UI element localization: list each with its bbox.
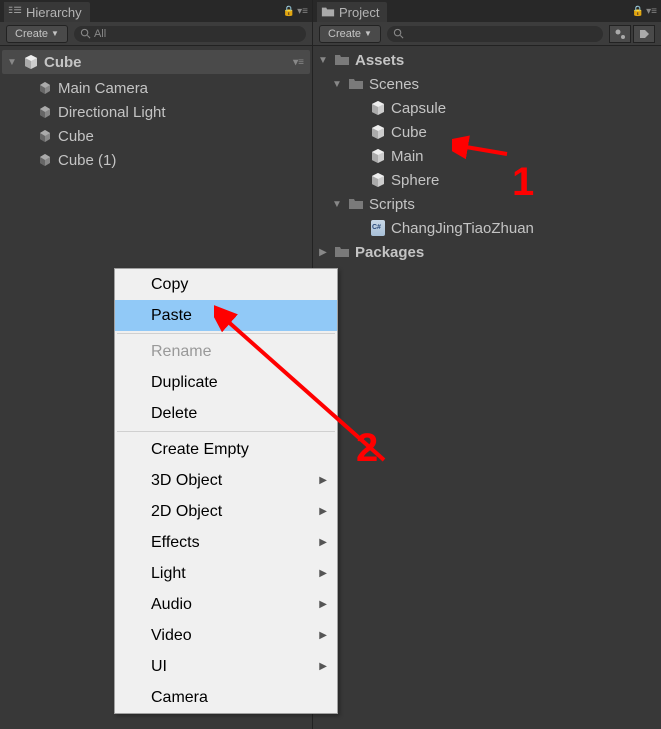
- filter-by-label-button[interactable]: [633, 25, 655, 43]
- unity-icon: [22, 53, 40, 71]
- unity-icon: [369, 99, 387, 117]
- project-script-item[interactable]: ChangJingTiaoZhuan: [313, 216, 661, 240]
- submenu-arrow-icon: ▶: [319, 599, 327, 610]
- submenu-arrow-icon: ▶: [319, 661, 327, 672]
- unity-icon: [369, 123, 387, 141]
- hierarchy-tab[interactable]: Hierarchy: [4, 2, 90, 22]
- menu-item-2d-object[interactable]: 2D Object▶: [115, 496, 337, 527]
- lock-icon[interactable]: 🔒: [283, 6, 295, 17]
- project-packages-folder[interactable]: ▶ Packages: [313, 240, 661, 264]
- project-scene-item[interactable]: Cube: [313, 120, 661, 144]
- project-scene-item[interactable]: Capsule: [313, 96, 661, 120]
- project-scene-item[interactable]: Sphere: [313, 168, 661, 192]
- project-toolbar-icons: [609, 25, 655, 43]
- hierarchy-icon: [8, 5, 22, 19]
- cube-icon: [36, 103, 54, 121]
- submenu-arrow-icon: ▶: [319, 537, 327, 548]
- project-assets-folder[interactable]: ▼ Assets: [313, 48, 661, 72]
- menu-item-create-empty[interactable]: Create Empty: [115, 434, 337, 465]
- project-tab[interactable]: Project: [317, 2, 387, 22]
- annotation-label-1: 1: [512, 160, 534, 205]
- context-menu: CopyPaste RenameDuplicateDelete Create Emp…: [114, 268, 338, 714]
- hierarchy-tab-bar: Hierarchy 🔒 ▾≡: [0, 0, 312, 22]
- scene-menu-icon[interactable]: ▾≡: [293, 57, 304, 68]
- menu-separator: [117, 431, 335, 432]
- project-create-button[interactable]: Create ▼: [319, 25, 381, 43]
- hierarchy-create-button[interactable]: Create ▼: [6, 25, 68, 43]
- folder-icon: [347, 75, 365, 93]
- menu-item-paste[interactable]: Paste: [115, 300, 337, 331]
- unity-icon: [369, 147, 387, 165]
- menu-item-effects[interactable]: Effects▶: [115, 527, 337, 558]
- menu-item-light[interactable]: Light▶: [115, 558, 337, 589]
- menu-item-video[interactable]: Video▶: [115, 620, 337, 651]
- folder-icon: [347, 195, 365, 213]
- menu-item-delete[interactable]: Delete: [115, 398, 337, 429]
- hierarchy-item[interactable]: Main Camera: [0, 76, 312, 100]
- cube-icon: [36, 151, 54, 169]
- scene-name: Cube: [44, 54, 289, 71]
- project-scene-item[interactable]: Main: [313, 144, 661, 168]
- hierarchy-search-input[interactable]: All: [74, 26, 306, 42]
- menu-separator: [117, 333, 335, 334]
- project-content: ▼ Assets ▼ Scenes Capsule Cube Main: [313, 46, 661, 729]
- cube-icon: [36, 127, 54, 145]
- hierarchy-tab-label: Hierarchy: [26, 5, 82, 20]
- project-scripts-folder[interactable]: ▼ Scripts: [313, 192, 661, 216]
- project-panel: Project 🔒 ▾≡ Create ▼: [313, 0, 661, 729]
- dropdown-arrow-icon: ▼: [51, 29, 59, 38]
- hierarchy-item[interactable]: Cube (1): [0, 148, 312, 172]
- expand-arrow-icon[interactable]: ▼: [317, 55, 329, 66]
- project-tab-bar: Project 🔒 ▾≡: [313, 0, 661, 22]
- submenu-arrow-icon: ▶: [319, 630, 327, 641]
- hierarchy-toolbar: Create ▼ All: [0, 22, 312, 46]
- project-scenes-folder[interactable]: ▼ Scenes: [313, 72, 661, 96]
- hierarchy-item[interactable]: Directional Light: [0, 100, 312, 124]
- menu-item-ui[interactable]: UI▶: [115, 651, 337, 682]
- project-tab-label: Project: [339, 5, 379, 20]
- submenu-arrow-icon: ▶: [319, 475, 327, 486]
- submenu-arrow-icon: ▶: [319, 568, 327, 579]
- search-icon: [80, 28, 91, 39]
- project-toolbar: Create ▼: [313, 22, 661, 46]
- expand-arrow-icon[interactable]: ▼: [331, 199, 343, 210]
- panel-menu-icon[interactable]: ▾≡: [297, 6, 308, 17]
- folder-icon: [321, 5, 335, 19]
- project-panel-controls[interactable]: 🔒 ▾≡: [632, 6, 657, 17]
- cube-icon: [36, 79, 54, 97]
- submenu-arrow-icon: ▶: [319, 506, 327, 517]
- folder-icon: [333, 51, 351, 69]
- expand-arrow-icon[interactable]: ▼: [6, 57, 18, 68]
- project-search-input[interactable]: [387, 26, 603, 42]
- menu-item-3d-object[interactable]: 3D Object▶: [115, 465, 337, 496]
- hierarchy-scene-header[interactable]: ▼ Cube ▾≡: [2, 50, 310, 74]
- menu-item-camera[interactable]: Camera: [115, 682, 337, 713]
- menu-item-audio[interactable]: Audio▶: [115, 589, 337, 620]
- annotation-label-2: 2: [356, 426, 378, 471]
- csharp-script-icon: [369, 219, 387, 237]
- unity-icon: [369, 171, 387, 189]
- menu-item-copy[interactable]: Copy: [115, 269, 337, 300]
- hierarchy-panel-controls[interactable]: 🔒 ▾≡: [283, 6, 308, 17]
- panel-menu-icon[interactable]: ▾≡: [646, 6, 657, 17]
- dropdown-arrow-icon: ▼: [364, 29, 372, 38]
- search-icon: [393, 28, 404, 39]
- expand-arrow-icon[interactable]: ▶: [317, 247, 329, 258]
- menu-item-duplicate[interactable]: Duplicate: [115, 367, 337, 398]
- lock-icon[interactable]: 🔒: [632, 6, 644, 17]
- hierarchy-item[interactable]: Cube: [0, 124, 312, 148]
- folder-icon: [333, 243, 351, 261]
- filter-by-type-button[interactable]: [609, 25, 631, 43]
- expand-arrow-icon[interactable]: ▼: [331, 79, 343, 90]
- menu-item-rename: Rename: [115, 336, 337, 367]
